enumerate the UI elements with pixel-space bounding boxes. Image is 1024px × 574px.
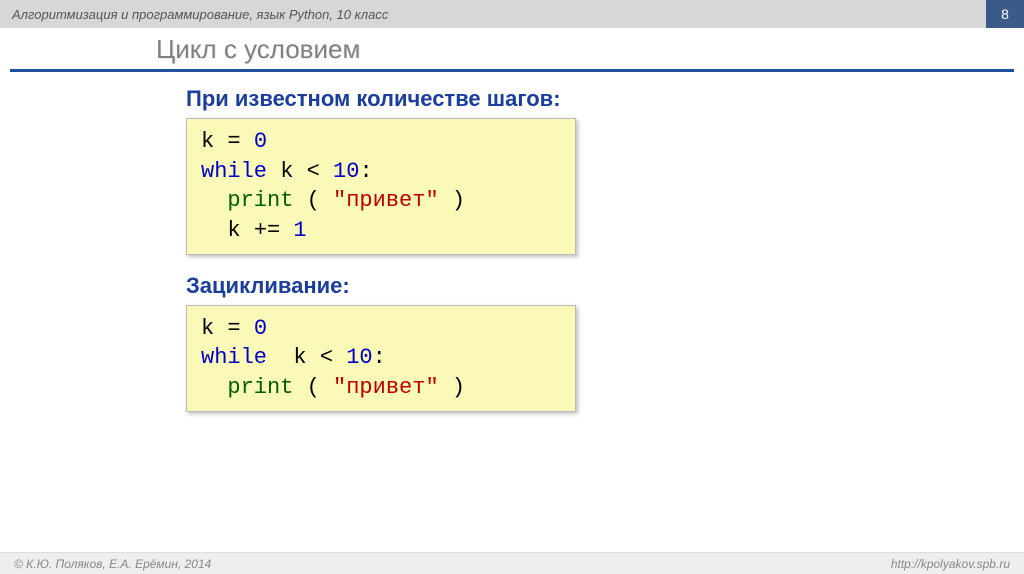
code-line: while k < 10: — [201, 157, 561, 187]
code-line: k = 0 — [201, 127, 561, 157]
section1-subtitle: При известном количестве шагов: — [186, 86, 1024, 112]
slide-title: Цикл с условием — [0, 28, 1024, 69]
header-bar: Алгоритмизация и программирование, язык … — [0, 0, 1024, 28]
code-line: print ( "привет" ) — [201, 186, 561, 216]
code-line: while k < 10: — [201, 343, 561, 373]
header-title: Алгоритмизация и программирование, язык … — [12, 7, 388, 22]
footer-url: http://kpolyakov.spb.ru — [891, 557, 1010, 571]
page-number: 8 — [986, 0, 1024, 28]
code-line: k = 0 — [201, 314, 561, 344]
footer-bar: © К.Ю. Поляков, Е.А. Ерёмин, 2014 http:/… — [0, 552, 1024, 574]
footer-copyright: © К.Ю. Поляков, Е.А. Ерёмин, 2014 — [14, 557, 211, 571]
content-area: При известном количестве шагов: k = 0 wh… — [0, 86, 1024, 412]
section2-subtitle: Зацикливание: — [186, 273, 1024, 299]
title-divider — [10, 69, 1014, 72]
code-line: print ( "привет" ) — [201, 373, 561, 403]
code-line: k += 1 — [201, 216, 561, 246]
code-block-2: k = 0 while k < 10: print ( "привет" ) — [186, 305, 576, 412]
code-block-1: k = 0 while k < 10: print ( "привет" ) k… — [186, 118, 576, 255]
